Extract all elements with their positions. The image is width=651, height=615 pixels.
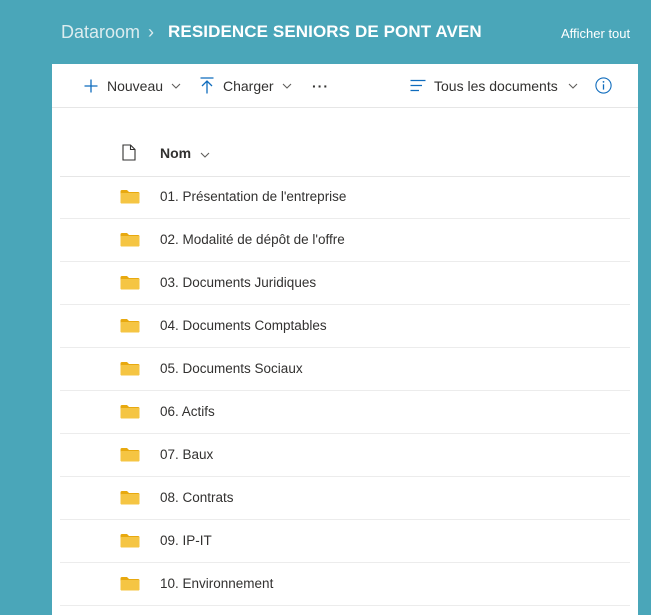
folder-icon (120, 189, 140, 209)
info-icon (595, 77, 612, 94)
folder-icon (120, 318, 140, 338)
upload-icon (200, 77, 214, 94)
list-item[interactable]: 06. Actifs (60, 391, 630, 434)
list-item[interactable]: 02. Modalité de dépôt de l'offre (60, 219, 630, 262)
show-all-link[interactable]: Afficher tout (561, 26, 630, 41)
folder-icon (120, 447, 140, 467)
list-item[interactable]: 08. Contrats (60, 477, 630, 520)
folder-name[interactable]: 10. Environnement (160, 576, 273, 591)
name-column-header[interactable]: Nom (160, 145, 210, 161)
view-lines-icon (410, 79, 426, 92)
list-item[interactable]: 10. Environnement (60, 563, 630, 606)
chevron-down-icon (200, 145, 210, 161)
folder-icon (120, 490, 140, 510)
folder-icon (120, 232, 140, 252)
list-header: Nom (60, 129, 630, 177)
more-actions-button[interactable]: ··· (312, 64, 329, 107)
plus-icon (84, 79, 98, 93)
list-item[interactable]: 05. Documents Sociaux (60, 348, 630, 391)
info-button[interactable] (595, 64, 612, 107)
chevron-down-icon (171, 83, 181, 89)
folder-name[interactable]: 06. Actifs (160, 404, 215, 419)
more-icon: ··· (312, 77, 329, 94)
folder-icon (120, 361, 140, 381)
upload-button-label: Charger (223, 77, 274, 94)
new-button[interactable]: Nouveau (84, 64, 181, 107)
folder-name[interactable]: 08. Contrats (160, 490, 234, 505)
chevron-down-icon (568, 83, 578, 89)
list-item[interactable]: 07. Baux (60, 434, 630, 477)
folder-name[interactable]: 09. IP-IT (160, 533, 212, 548)
upload-button[interactable]: Charger (200, 64, 292, 107)
document-library-panel: Nouveau Charger ··· Tous les documents N… (52, 64, 638, 615)
folder-icon (120, 576, 140, 596)
view-selector-label: Tous les documents (434, 77, 558, 94)
folder-icon (120, 533, 140, 553)
new-button-label: Nouveau (107, 77, 164, 94)
command-bar: Nouveau Charger ··· Tous les documents (52, 64, 638, 108)
breadcrumb-separator: › (148, 22, 154, 42)
list-item[interactable]: 03. Documents Juridiques (60, 262, 630, 305)
list-item[interactable]: 09. IP-IT (60, 520, 630, 563)
view-selector[interactable]: Tous les documents (410, 64, 578, 107)
breadcrumb-root[interactable]: Dataroom (61, 22, 140, 43)
list-item[interactable]: 01. Présentation de l'entreprise (60, 176, 630, 219)
folder-name[interactable]: 07. Baux (160, 447, 213, 462)
folder-name[interactable]: 05. Documents Sociaux (160, 361, 303, 376)
list-item[interactable]: 04. Documents Comptables (60, 305, 630, 348)
folder-name[interactable]: 01. Présentation de l'entreprise (160, 189, 346, 204)
folder-icon (120, 404, 140, 424)
folder-name[interactable]: 04. Documents Comptables (160, 318, 327, 333)
folder-icon (120, 275, 140, 295)
name-column-label: Nom (160, 145, 192, 161)
folder-name[interactable]: 02. Modalité de dépôt de l'offre (160, 232, 345, 247)
chevron-down-icon (282, 83, 292, 89)
document-icon (122, 144, 136, 166)
folder-list: 01. Présentation de l'entreprise 02. Moda… (60, 176, 630, 606)
header: Dataroom › RESIDENCE SENIORS DE PONT AVE… (0, 0, 651, 64)
folder-name[interactable]: 03. Documents Juridiques (160, 275, 316, 290)
page-title: RESIDENCE SENIORS DE PONT AVEN (168, 22, 482, 41)
